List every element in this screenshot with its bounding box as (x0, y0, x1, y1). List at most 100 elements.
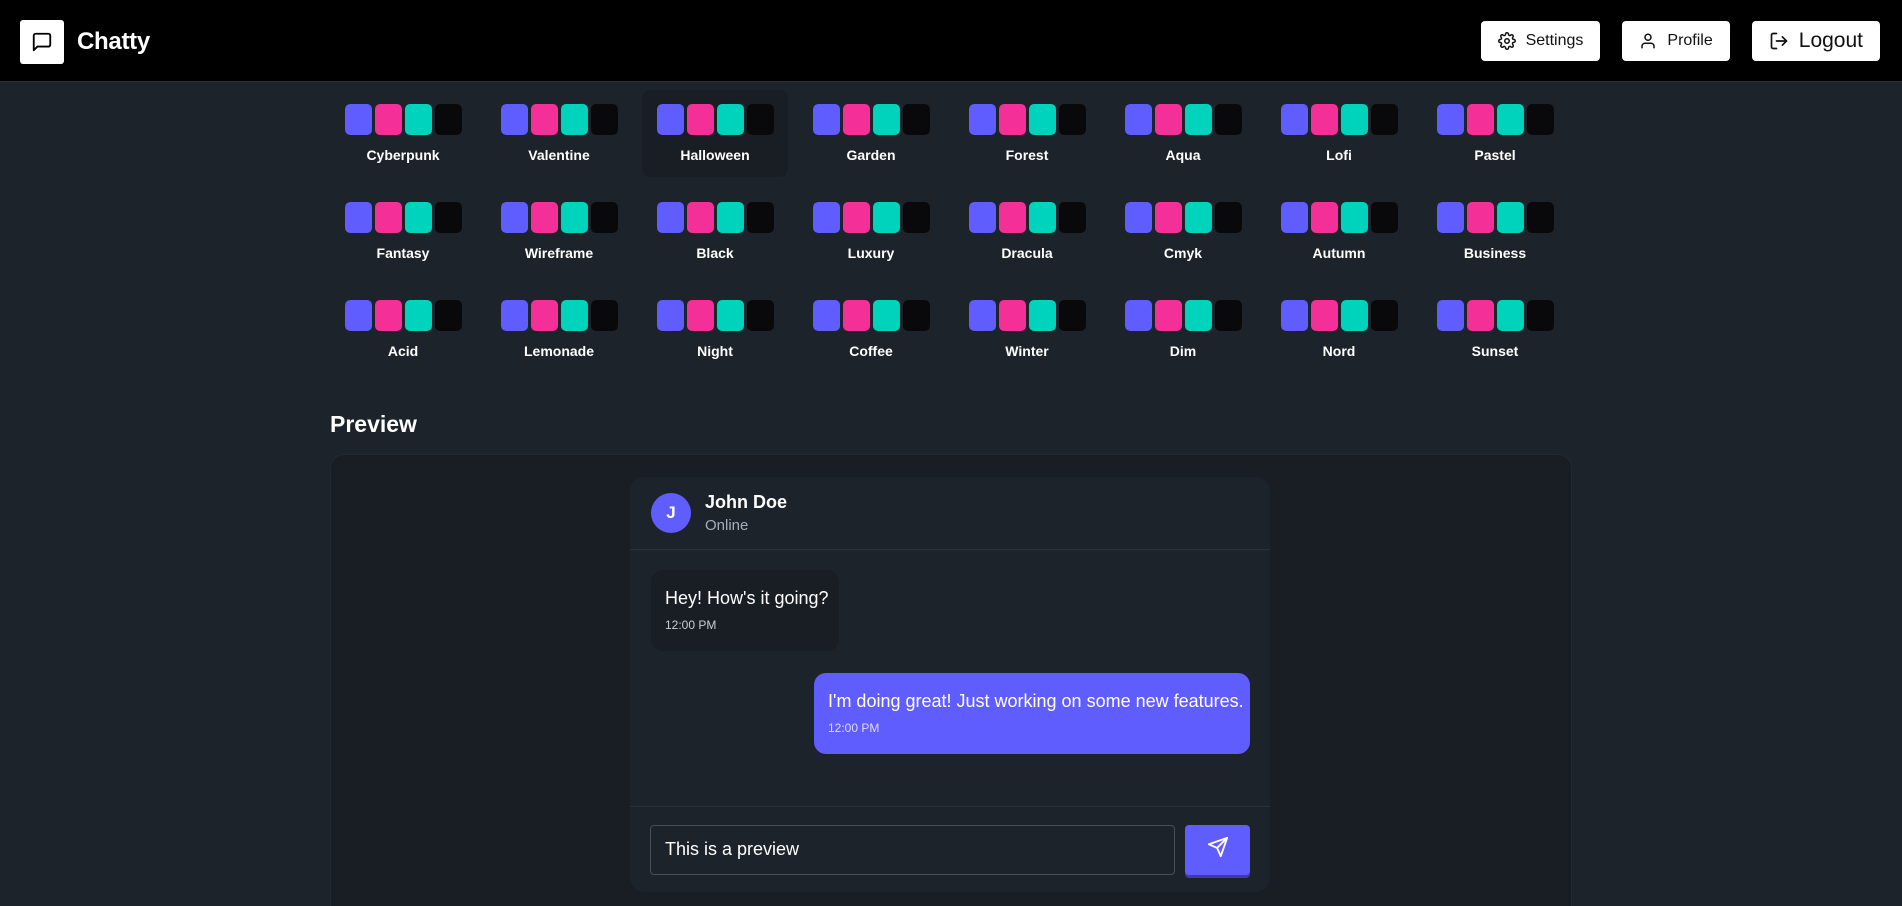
theme-swatch (1124, 202, 1152, 233)
theme-label: Business (1463, 245, 1527, 261)
theme-swatch (1526, 300, 1554, 331)
theme-option-sunset[interactable]: Sunset (1422, 286, 1568, 373)
theme-option-luxury[interactable]: Luxury (798, 188, 944, 275)
theme-swatch (1028, 202, 1056, 233)
theme-swatch (374, 104, 402, 135)
theme-swatch (560, 104, 588, 135)
theme-swatch (500, 202, 528, 233)
theme-option-cyberpunk[interactable]: Cyberpunk (330, 90, 476, 177)
theme-swatch (1184, 104, 1212, 135)
theme-option-winter[interactable]: Winter (954, 286, 1100, 373)
theme-swatches (656, 300, 774, 331)
theme-swatch (1340, 104, 1368, 135)
theme-swatches (1436, 202, 1554, 233)
theme-swatch (1058, 300, 1086, 331)
message-composer: This is a preview (630, 806, 1270, 892)
theme-swatch (1124, 104, 1152, 135)
theme-option-garden[interactable]: Garden (798, 90, 944, 177)
theme-swatch (1466, 300, 1494, 331)
logout-label: Logout (1798, 29, 1863, 52)
theme-option-black[interactable]: Black (642, 188, 788, 275)
theme-label: Fantasy (376, 245, 430, 261)
theme-swatch (1370, 300, 1398, 331)
brand[interactable]: Chatty (20, 20, 150, 64)
theme-option-cmyk[interactable]: Cmyk (1110, 188, 1256, 275)
theme-swatch (1184, 300, 1212, 331)
theme-swatch (998, 202, 1026, 233)
theme-swatch (1028, 104, 1056, 135)
theme-option-dim[interactable]: Dim (1110, 286, 1256, 373)
theme-label: Aqua (1165, 147, 1201, 163)
theme-swatch (1526, 104, 1554, 135)
message-input[interactable]: This is a preview (650, 824, 1176, 875)
theme-option-wireframe[interactable]: Wireframe (486, 188, 632, 275)
theme-label: Black (696, 245, 734, 261)
theme-swatch (1280, 300, 1308, 331)
theme-label: Garden (846, 147, 896, 163)
theme-swatches (1436, 104, 1554, 135)
theme-swatch (1496, 202, 1524, 233)
theme-swatches (1280, 300, 1398, 331)
theme-swatches (812, 202, 930, 233)
theme-swatch (1280, 202, 1308, 233)
theme-swatch (560, 300, 588, 331)
theme-option-nord[interactable]: Nord (1266, 286, 1412, 373)
preview-title: Preview (330, 411, 417, 437)
theme-label: Lemonade (523, 343, 594, 359)
theme-option-lemonade[interactable]: Lemonade (486, 286, 632, 373)
theme-swatch (1340, 202, 1368, 233)
theme-option-lofi[interactable]: Lofi (1266, 90, 1412, 177)
theme-option-business[interactable]: Business (1422, 188, 1568, 275)
send-button[interactable] (1185, 824, 1250, 875)
theme-option-acid[interactable]: Acid (330, 286, 476, 373)
theme-swatch (1436, 202, 1464, 233)
theme-option-dracula[interactable]: Dracula (954, 188, 1100, 275)
logout-button[interactable]: Logout (1751, 21, 1880, 61)
theme-swatch (656, 300, 684, 331)
theme-swatch (1370, 202, 1398, 233)
theme-swatch (530, 202, 558, 233)
theme-swatch (500, 104, 528, 135)
message-text: I'm doing great! Just working on some ne… (828, 691, 1244, 711)
theme-swatch (1028, 300, 1056, 331)
theme-swatch (344, 202, 372, 233)
theme-swatch (1214, 104, 1242, 135)
theme-option-halloween[interactable]: Halloween (642, 90, 788, 177)
theme-swatch (998, 300, 1026, 331)
theme-swatch (746, 104, 774, 135)
theme-swatch (1466, 104, 1494, 135)
theme-swatch (530, 104, 558, 135)
theme-swatch (1154, 202, 1182, 233)
settings-button[interactable]: Settings (1480, 21, 1601, 61)
theme-swatch (872, 300, 900, 331)
theme-option-forest[interactable]: Forest (954, 90, 1100, 177)
theme-option-aqua[interactable]: Aqua (1110, 90, 1256, 177)
theme-swatch (344, 104, 372, 135)
message-time: 12:00 PM (665, 618, 717, 632)
theme-swatch (1310, 300, 1338, 331)
profile-button[interactable]: Profile (1622, 21, 1730, 61)
theme-option-coffee[interactable]: Coffee (798, 286, 944, 373)
theme-swatches (1124, 104, 1242, 135)
theme-swatch (1058, 202, 1086, 233)
theme-swatch (1436, 300, 1464, 331)
theme-swatch (812, 202, 840, 233)
theme-option-valentine[interactable]: Valentine (486, 90, 632, 177)
message-time: 12:00 PM (828, 721, 880, 735)
theme-swatch (1154, 104, 1182, 135)
theme-swatch (434, 300, 462, 331)
theme-option-pastel[interactable]: Pastel (1422, 90, 1568, 177)
theme-swatch (746, 202, 774, 233)
gear-icon (1497, 32, 1516, 50)
theme-option-night[interactable]: Night (642, 286, 788, 373)
theme-swatch (872, 104, 900, 135)
theme-label: Dim (1169, 343, 1197, 359)
theme-label: Valentine (528, 147, 590, 163)
theme-grid: Cyberpunk Valentine Halloween Garden Forest A… (330, 90, 1572, 373)
theme-label: Coffee (849, 343, 893, 359)
theme-label: Winter (1005, 343, 1049, 359)
theme-swatches (1280, 202, 1398, 233)
theme-option-autumn[interactable]: Autumn (1266, 188, 1412, 275)
theme-swatch (1058, 104, 1086, 135)
theme-option-fantasy[interactable]: Fantasy (330, 188, 476, 275)
